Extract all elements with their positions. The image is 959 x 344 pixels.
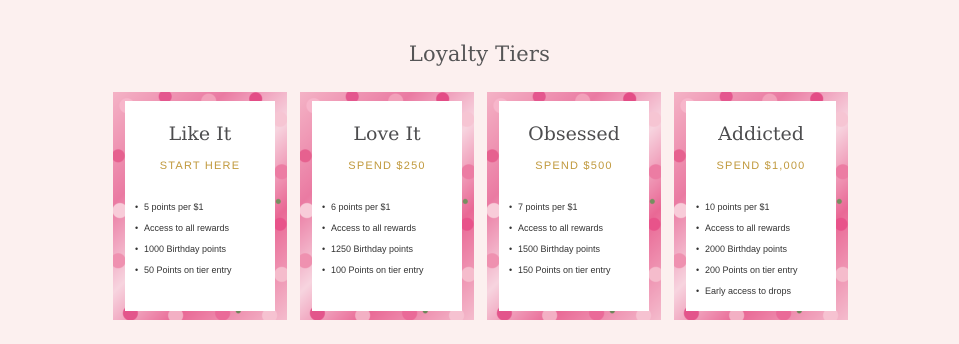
perk-item: 7 points per $1 bbox=[509, 201, 645, 222]
tier-spend-threshold: START HERE bbox=[159, 160, 241, 172]
tier-name: Love It bbox=[353, 123, 421, 145]
perk-item: 50 Points on tier entry bbox=[135, 264, 271, 285]
tier-spend-threshold: SPEND $500 bbox=[535, 160, 613, 172]
tier-card-panel: Like It START HERE 5 points per $1 Acces… bbox=[125, 101, 275, 311]
tier-spend-threshold: SPEND $1,000 bbox=[716, 160, 806, 172]
perk-list: 5 points per $1 Access to all rewards 10… bbox=[135, 201, 271, 285]
tier-name: Like It bbox=[168, 123, 232, 145]
perk-item: 1000 Birthday points bbox=[135, 243, 271, 264]
perk-list: 6 points per $1 Access to all rewards 12… bbox=[322, 201, 458, 285]
tier-name: Obsessed bbox=[528, 123, 620, 145]
perk-item: Access to all rewards bbox=[322, 222, 458, 243]
perk-item: Early access to drops bbox=[696, 285, 832, 306]
perk-list: 7 points per $1 Access to all rewards 15… bbox=[509, 201, 645, 285]
tier-card-obsessed: Obsessed SPEND $500 7 points per $1 Acce… bbox=[487, 92, 661, 320]
perk-list: 10 points per $1 Access to all rewards 2… bbox=[696, 201, 832, 306]
tier-spend-threshold: SPEND $250 bbox=[348, 160, 426, 172]
perk-item: 6 points per $1 bbox=[322, 201, 458, 222]
perk-item: 1250 Birthday points bbox=[322, 243, 458, 264]
perk-item: 10 points per $1 bbox=[696, 201, 832, 222]
perk-item: 200 Points on tier entry bbox=[696, 264, 832, 285]
tier-name: Addicted bbox=[718, 123, 804, 145]
tier-card-panel: Addicted SPEND $1,000 10 points per $1 A… bbox=[686, 101, 836, 311]
perk-item: 5 points per $1 bbox=[135, 201, 271, 222]
tier-card-panel: Obsessed SPEND $500 7 points per $1 Acce… bbox=[499, 101, 649, 311]
perk-item: 2000 Birthday points bbox=[696, 243, 832, 264]
tier-card-love-it: Love It SPEND $250 6 points per $1 Acces… bbox=[300, 92, 474, 320]
perk-item: Access to all rewards bbox=[696, 222, 832, 243]
perk-item: 1500 Birthday points bbox=[509, 243, 645, 264]
perk-item: Access to all rewards bbox=[135, 222, 271, 243]
tier-card-like-it: Like It START HERE 5 points per $1 Acces… bbox=[113, 92, 287, 320]
tier-card-panel: Love It SPEND $250 6 points per $1 Acces… bbox=[312, 101, 462, 311]
perk-item: 150 Points on tier entry bbox=[509, 264, 645, 285]
perk-item: 100 Points on tier entry bbox=[322, 264, 458, 285]
tier-cards: Like It START HERE 5 points per $1 Acces… bbox=[113, 92, 848, 320]
tier-card-addicted: Addicted SPEND $1,000 10 points per $1 A… bbox=[674, 92, 848, 320]
perk-item: Access to all rewards bbox=[509, 222, 645, 243]
section-title: Loyalty Tiers bbox=[408, 42, 551, 66]
